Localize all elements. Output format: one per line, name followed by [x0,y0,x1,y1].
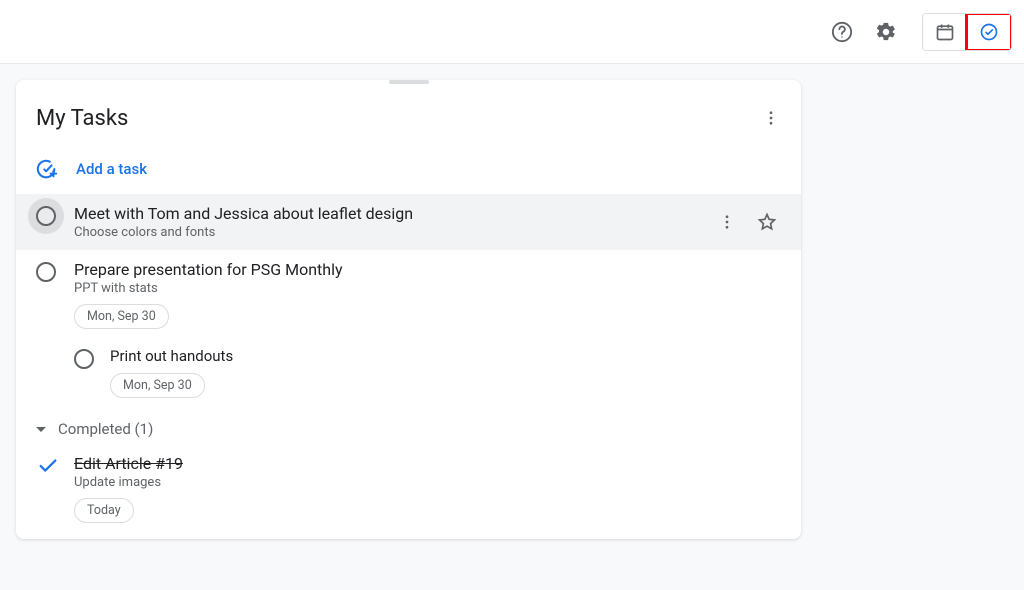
panel-more-icon[interactable] [753,100,789,136]
drag-handle[interactable] [389,80,429,84]
help-icon[interactable] [822,12,862,52]
task-item[interactable]: Meet with Tom and Jessica about leaflet … [16,194,801,250]
task-title: Prepare presentation for PSG Monthly [74,260,785,279]
task-item[interactable]: Prepare presentation for PSG Monthly PPT… [16,250,801,339]
content-area: My Tasks Add a task Meet with Tom and Je… [0,64,1024,555]
top-bar [0,0,1024,64]
add-task-label: Add a task [76,160,147,178]
tasks-view-button[interactable] [967,14,1011,50]
completed-task-item[interactable]: Edit Article #19 Update images Today [16,446,801,527]
check-icon [36,454,60,478]
view-toggle [922,13,1012,51]
subtask-date-chip[interactable]: Mon, Sep 30 [110,373,205,398]
task-complete-radio[interactable] [74,349,94,369]
completed-task-description: Update images [74,475,183,490]
add-task-icon [36,158,58,180]
task-actions [709,204,785,240]
task-complete-radio[interactable] [36,206,56,226]
task-complete-radio[interactable] [36,262,56,282]
caret-down-icon [36,427,46,432]
add-task-button[interactable]: Add a task [16,148,801,194]
task-body: Meet with Tom and Jessica about leaflet … [74,204,709,240]
completed-task-title: Edit Article #19 [74,454,183,473]
completed-body: Edit Article #19 Update images Today [74,454,183,523]
subtask-title: Print out handouts [110,347,785,365]
tasks-panel: My Tasks Add a task Meet with Tom and Je… [16,80,801,539]
task-description: Choose colors and fonts [74,225,709,240]
subtask-item[interactable]: Print out handouts Mon, Sep 30 [16,339,801,406]
panel-header: My Tasks [16,80,801,148]
task-body: Prepare presentation for PSG Monthly PPT… [74,260,785,329]
task-description: PPT with stats [74,281,785,296]
task-title: Meet with Tom and Jessica about leaflet … [74,204,709,223]
task-star-icon[interactable] [749,204,785,240]
task-more-icon[interactable] [709,204,745,240]
completed-date-chip[interactable]: Today [74,498,134,523]
completed-label: Completed (1) [58,420,153,438]
calendar-view-button[interactable] [923,14,967,50]
subtask-body: Print out handouts Mon, Sep 30 [110,347,785,398]
settings-icon[interactable] [866,12,906,52]
task-date-chip[interactable]: Mon, Sep 30 [74,304,169,329]
completed-section-toggle[interactable]: Completed (1) [16,406,801,446]
panel-title: My Tasks [36,106,128,131]
